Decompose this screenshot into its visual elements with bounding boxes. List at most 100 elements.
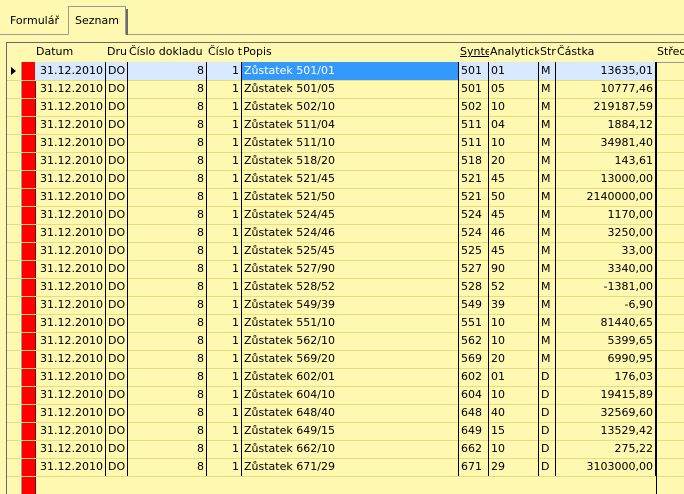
cell-cislo-t[interactable]: 1 — [207, 458, 242, 476]
cell-datum[interactable]: 31.12.2010 — [35, 350, 106, 368]
cell-str[interactable]: D — [539, 422, 556, 440]
cell-popis[interactable]: Zůstatek 524/46 — [242, 224, 459, 242]
cell-cislo-dokladu[interactable]: 8 — [128, 80, 207, 98]
cell-castka[interactable]: 32569,60 — [556, 404, 656, 422]
cell-synte[interactable]: 501 — [459, 62, 489, 80]
cell-castka[interactable]: 13000,00 — [556, 170, 656, 188]
cell-popis[interactable]: Zůstatek 525/45 — [242, 242, 459, 260]
cell-str[interactable]: M — [539, 314, 556, 332]
table-row[interactable]: 31.12.2010 DO 8 1 Zůstatek 501/01 501 01 M 13635… — [7, 62, 684, 81]
column-header-stredisko[interactable]: Středi — [656, 43, 684, 62]
cell-cislo-dokladu[interactable]: 8 — [128, 368, 207, 386]
cell-castka[interactable]: 2140000,00 — [556, 188, 656, 206]
cell-cislo-dokladu[interactable]: 8 — [128, 386, 207, 404]
cell-synte[interactable]: 671 — [459, 458, 489, 476]
cell-cislo-dokladu[interactable]: 8 — [128, 350, 207, 368]
cell-synte[interactable]: 521 — [459, 188, 489, 206]
cell-datum[interactable]: 31.12.2010 — [35, 386, 106, 404]
table-row[interactable]: 31.12.2010 DO 8 1 Zůstatek 524/46 524 46 M 3250,… — [7, 224, 684, 243]
cell-analyticka[interactable]: 39 — [489, 296, 539, 314]
cell-popis[interactable]: Zůstatek 562/10 — [242, 332, 459, 350]
cell-synte[interactable]: 562 — [459, 332, 489, 350]
cell-druh[interactable]: DO — [106, 152, 128, 170]
cell-datum[interactable]: 31.12.2010 — [35, 368, 106, 386]
cell-datum[interactable]: 31.12.2010 — [35, 98, 106, 116]
cell-castka[interactable]: 19415,89 — [556, 386, 656, 404]
cell-synte[interactable]: 549 — [459, 296, 489, 314]
cell-cislo-t[interactable]: 1 — [207, 80, 242, 98]
cell-cislo-t[interactable]: 1 — [207, 98, 242, 116]
table-row[interactable]: 31.12.2010 DO 8 1 Zůstatek 502/10 502 10 M 21918… — [7, 98, 684, 117]
cell-cislo-dokladu[interactable]: 8 — [128, 314, 207, 332]
cell-cislo-t[interactable]: 1 — [207, 242, 242, 260]
cell-castka[interactable]: 219187,59 — [556, 98, 656, 116]
cell-castka[interactable]: 6990,95 — [556, 350, 656, 368]
cell-datum[interactable]: 31.12.2010 — [35, 152, 106, 170]
cell-synte[interactable]: 501 — [459, 80, 489, 98]
cell-popis[interactable]: Zůstatek 549/39 — [242, 296, 459, 314]
cell-druh[interactable]: DO — [106, 350, 128, 368]
cell-datum[interactable]: 31.12.2010 — [35, 260, 106, 278]
cell-synte[interactable]: 528 — [459, 278, 489, 296]
table-row[interactable]: 31.12.2010 DO 8 1 Zůstatek 551/10 551 10 M 81440… — [7, 314, 684, 333]
cell-castka[interactable]: -1381,00 — [556, 278, 656, 296]
cell-analyticka[interactable]: 45 — [489, 170, 539, 188]
cell-analyticka[interactable]: 45 — [489, 242, 539, 260]
cell-popis[interactable]: Zůstatek 528/52 — [242, 278, 459, 296]
cell-cislo-t[interactable]: 1 — [207, 314, 242, 332]
cell-str[interactable]: M — [539, 170, 556, 188]
cell-datum[interactable]: 31.12.2010 — [35, 80, 106, 98]
table-row[interactable]: 31.12.2010 DO 8 1 Zůstatek 511/10 511 10 M 34981… — [7, 134, 684, 153]
cell-str[interactable]: D — [539, 404, 556, 422]
cell-datum[interactable]: 31.12.2010 — [35, 314, 106, 332]
cell-analyticka[interactable]: 50 — [489, 188, 539, 206]
cell-str[interactable]: M — [539, 224, 556, 242]
table-row[interactable]: 31.12.2010 DO 8 1 Zůstatek 671/29 671 29 D 31030… — [7, 458, 684, 477]
cell-synte[interactable]: 524 — [459, 206, 489, 224]
cell-analyticka[interactable]: 52 — [489, 278, 539, 296]
table-row[interactable]: 31.12.2010 DO 8 1 Zůstatek 569/20 569 20 M 6990,… — [7, 350, 684, 369]
cell-str[interactable]: M — [539, 278, 556, 296]
column-header-cislo-t[interactable]: Číslo t — [207, 43, 242, 62]
cell-str[interactable]: M — [539, 98, 556, 116]
cell-analyticka[interactable]: 20 — [489, 350, 539, 368]
cell-synte[interactable]: 518 — [459, 152, 489, 170]
cell-synte[interactable]: 662 — [459, 440, 489, 458]
cell-cislo-dokladu[interactable]: 8 — [128, 278, 207, 296]
cell-synte[interactable]: 551 — [459, 314, 489, 332]
cell-datum[interactable]: 31.12.2010 — [35, 134, 106, 152]
table-row[interactable]: 31.12.2010 DO 8 1 Zůstatek 562/10 562 10 M 5399,… — [7, 332, 684, 351]
cell-analyticka[interactable]: 45 — [489, 206, 539, 224]
cell-cislo-t[interactable]: 1 — [207, 188, 242, 206]
cell-druh[interactable]: DO — [106, 368, 128, 386]
cell-popis[interactable]: Zůstatek 501/01 — [242, 62, 459, 80]
table-row[interactable]: 31.12.2010 DO 8 1 Zůstatek 648/40 648 40 D 32569… — [7, 404, 684, 423]
cell-popis[interactable]: Zůstatek 602/01 — [242, 368, 459, 386]
table-row[interactable]: 31.12.2010 DO 8 1 Zůstatek 521/50 521 50 M 21400… — [7, 188, 684, 207]
cell-popis[interactable]: Zůstatek 501/05 — [242, 80, 459, 98]
cell-datum[interactable]: 31.12.2010 — [35, 458, 106, 476]
cell-synte[interactable]: 569 — [459, 350, 489, 368]
cell-castka[interactable]: -6,90 — [556, 296, 656, 314]
table-row[interactable]: 31.12.2010 DO 8 1 Zůstatek 662/10 662 10 D 275,2… — [7, 440, 684, 459]
cell-analyticka[interactable]: 29 — [489, 458, 539, 476]
cell-cislo-dokladu[interactable]: 8 — [128, 206, 207, 224]
cell-castka[interactable]: 33,00 — [556, 242, 656, 260]
cell-analyticka[interactable]: 10 — [489, 98, 539, 116]
cell-cislo-t[interactable]: 1 — [207, 260, 242, 278]
cell-popis[interactable]: Zůstatek 551/10 — [242, 314, 459, 332]
cell-analyticka[interactable]: 10 — [489, 332, 539, 350]
table-row[interactable]: 31.12.2010 DO 8 1 Zůstatek 511/04 511 04 M 1884,… — [7, 116, 684, 135]
cell-druh[interactable]: DO — [106, 170, 128, 188]
cell-synte[interactable]: 604 — [459, 386, 489, 404]
cell-analyticka[interactable]: 01 — [489, 62, 539, 80]
cell-druh[interactable]: DO — [106, 80, 128, 98]
cell-cislo-t[interactable]: 1 — [207, 440, 242, 458]
cell-druh[interactable]: DO — [106, 206, 128, 224]
cell-str[interactable]: M — [539, 260, 556, 278]
cell-cislo-dokladu[interactable]: 8 — [128, 134, 207, 152]
cell-cislo-t[interactable]: 1 — [207, 224, 242, 242]
cell-druh[interactable]: DO — [106, 116, 128, 134]
cell-cislo-dokladu[interactable]: 8 — [128, 296, 207, 314]
cell-castka[interactable]: 1170,00 — [556, 206, 656, 224]
